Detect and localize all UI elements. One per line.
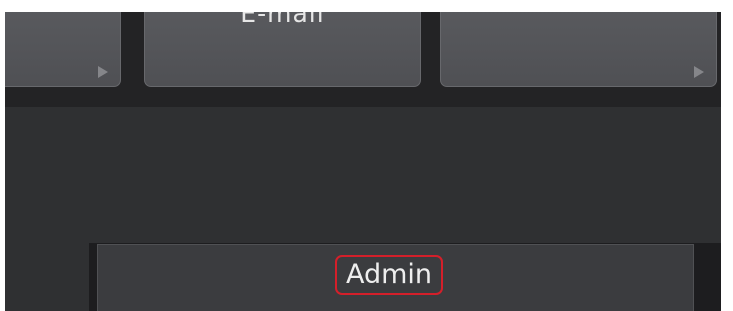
device-screen: E-mail Admin bbox=[5, 12, 721, 311]
chevron-right-icon bbox=[694, 66, 704, 78]
chevron-right-icon bbox=[98, 66, 108, 78]
menu-tile-right[interactable] bbox=[440, 12, 717, 87]
email-tile[interactable]: E-mail bbox=[144, 12, 421, 87]
admin-panel: Admin bbox=[97, 244, 694, 311]
email-tile-label: E-mail bbox=[240, 12, 325, 28]
menu-tile-row: E-mail bbox=[5, 12, 721, 107]
menu-tile-left[interactable] bbox=[5, 12, 121, 87]
content-band bbox=[5, 107, 721, 243]
admin-button[interactable]: Admin bbox=[335, 255, 444, 295]
